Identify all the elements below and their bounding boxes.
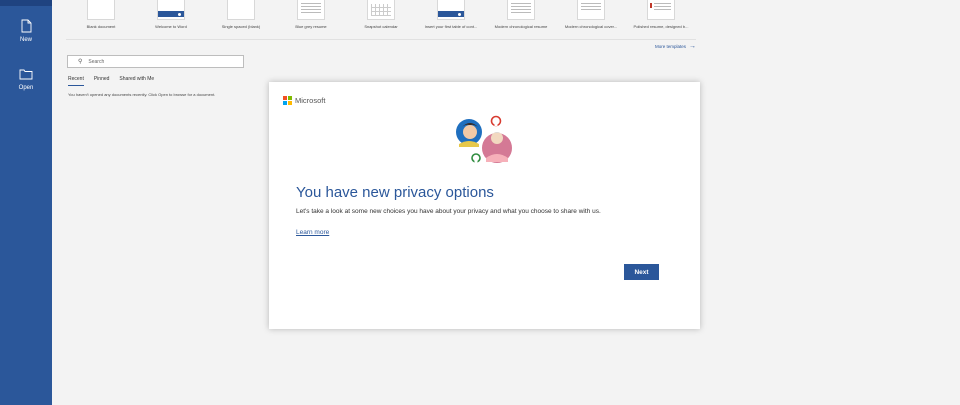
tab-recent[interactable]: Recent	[68, 76, 84, 86]
search-input[interactable]	[88, 58, 229, 65]
template-thumbnail	[367, 0, 395, 20]
template-polished-resume[interactable]: Polished resume, designed b...	[630, 0, 692, 34]
new-document-icon	[21, 19, 32, 33]
rail-item-new-label: New	[19, 37, 32, 43]
template-name: Snapshot calendar	[364, 24, 398, 29]
template-name: Polished resume, designed b...	[633, 24, 689, 29]
template-modern-chronological-cover[interactable]: Modern chronological cover...	[560, 0, 622, 34]
template-thumbnail	[227, 0, 255, 20]
learn-more-link[interactable]: Learn more	[296, 229, 329, 236]
search-icon: ⚲	[78, 59, 83, 65]
microsoft-brand-text: Microsoft	[295, 96, 326, 105]
microsoft-logo-icon	[283, 96, 292, 105]
template-thumbnail	[647, 0, 675, 20]
search-box[interactable]: ⚲	[67, 55, 244, 68]
template-modern-chronological-resume[interactable]: Modern chronological resume	[490, 0, 552, 34]
template-thumbnail	[507, 0, 535, 20]
privacy-dialog: Microsoft You have new privacy options L…	[269, 82, 700, 329]
folder-icon	[19, 69, 33, 80]
template-thumbnail	[157, 0, 185, 20]
tab-shared-with-me[interactable]: Shared with Me	[119, 76, 154, 86]
empty-recent-message: You haven't opened any documents recentl…	[68, 92, 216, 97]
privacy-illustration	[456, 115, 512, 163]
template-name: Blue grey resume	[295, 24, 327, 29]
template-thumbnail	[577, 0, 605, 20]
more-templates-link[interactable]: More templates →	[655, 43, 696, 50]
template-blank-document[interactable]: Blank document	[70, 0, 132, 34]
tab-pinned[interactable]: Pinned	[94, 76, 110, 86]
rail-top-bar	[0, 0, 52, 6]
template-table-of-contents[interactable]: Insert your first table of cont...	[420, 0, 482, 34]
template-snapshot-calendar[interactable]: Snapshot calendar	[350, 0, 412, 34]
dialog-body: Let's take a look at some new choices yo…	[296, 208, 601, 215]
arrow-right-icon: →	[689, 43, 696, 50]
templates-divider	[66, 39, 696, 40]
rail-item-open[interactable]: Open	[0, 67, 52, 103]
document-tabs: Recent Pinned Shared with Me	[68, 76, 154, 86]
template-name: Blank document	[86, 24, 116, 29]
template-name: Single spaced (blank)	[221, 24, 261, 29]
next-button[interactable]: Next	[624, 264, 659, 280]
dialog-title: You have new privacy options	[296, 184, 494, 201]
template-thumbnail	[297, 0, 325, 20]
rail-item-new[interactable]: New	[0, 19, 52, 55]
more-templates-label: More templates	[654, 44, 686, 49]
template-name: Modern chronological cover...	[564, 24, 618, 29]
left-rail: New Open	[0, 0, 52, 405]
template-name: Modern chronological resume	[494, 24, 548, 29]
template-thumbnail	[437, 0, 465, 20]
template-thumbnail	[87, 0, 115, 20]
template-welcome-to-word[interactable]: Welcome to Word	[140, 0, 202, 34]
rail-item-open-label: Open	[18, 85, 34, 91]
template-name: Insert your first table of cont...	[424, 24, 478, 29]
template-name: Welcome to Word	[155, 24, 187, 29]
template-single-spaced[interactable]: Single spaced (blank)	[210, 0, 272, 34]
template-blue-grey-resume[interactable]: Blue grey resume	[280, 0, 342, 34]
templates-strip: Blank document Welcome to Word Single sp…	[60, 0, 710, 34]
microsoft-logo: Microsoft	[283, 96, 325, 105]
